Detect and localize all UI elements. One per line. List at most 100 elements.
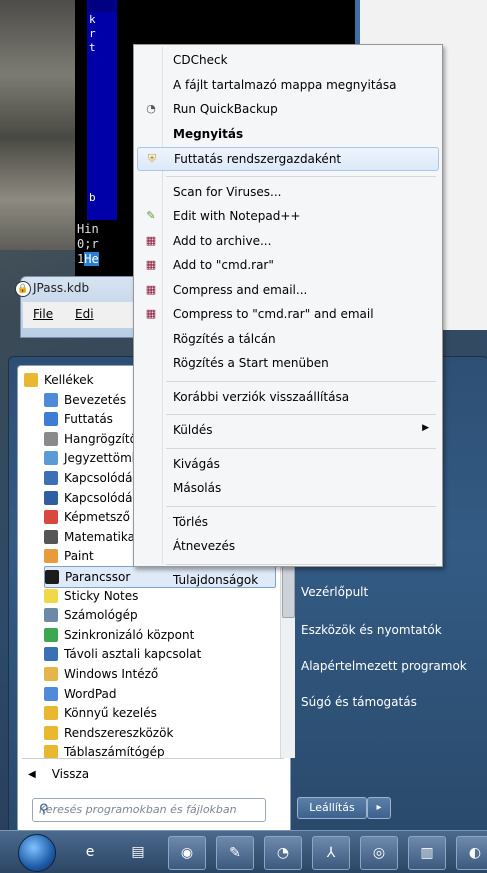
notepad-icon <box>44 451 58 466</box>
menu-item[interactable]: ◔ Run QuickBackup <box>137 98 437 120</box>
right-item-default-programs[interactable]: Alapértelmezett programok <box>301 659 467 673</box>
menu-item[interactable]: ⛨ Futtatás rendszergazdaként <box>137 147 439 171</box>
menu-item[interactable]: ▦ Compress and email... <box>137 279 437 301</box>
program-label: Windows Intéző <box>64 667 159 681</box>
extra-icon[interactable]: ◐ <box>456 836 487 870</box>
menu-item[interactable]: A fájlt tartalmazó mappa megnyitása <box>137 74 437 96</box>
program-item[interactable]: Windows Intéző <box>44 664 274 684</box>
menu-item[interactable]: ▦ Add to "cmd.rar" <box>137 254 437 276</box>
menu-item-label: Rögzítés a tálcán <box>173 331 276 346</box>
menu-item-label: CDCheck <box>173 53 228 67</box>
program-item[interactable]: Számológép <box>44 605 274 625</box>
menu-item-label: Scan for Viruses... <box>173 184 282 199</box>
menu-item[interactable]: Küldés ▶ <box>137 419 437 441</box>
microphone-icon <box>44 431 58 446</box>
program-label: Kapcsolódás <box>64 490 139 505</box>
menu-item-label: Compress to "cmd.rar" and email <box>173 307 374 321</box>
shutdown-options-arrow-icon[interactable]: ▸ <box>367 797 391 819</box>
right-item-help-support[interactable]: Súgó és támogatás <box>301 695 417 709</box>
scissors-icon <box>44 510 58 525</box>
menu-item[interactable]: Kivágás <box>137 453 437 475</box>
jpass-window[interactable]: 🔒 JPass.kdb File Edi <box>15 276 142 338</box>
menu-file[interactable]: File <box>33 307 53 321</box>
menu-item[interactable]: ▦ Compress to "cmd.rar" and email <box>137 303 437 325</box>
menu-item[interactable]: Törlés <box>137 511 437 533</box>
menu-item[interactable]: Korábbi verziók visszaállítása <box>137 386 437 408</box>
menu-separator <box>166 563 436 565</box>
menu-item[interactable]: ✎ Edit with Notepad++ <box>137 205 437 227</box>
menu-item[interactable]: Rögzítés a tálcán <box>137 328 437 350</box>
sync-center-icon <box>44 627 58 642</box>
firefox-icon[interactable]: ◉ <box>168 836 206 870</box>
menu-item[interactable]: Átnevezés <box>137 535 437 557</box>
run-icon <box>44 412 58 427</box>
sticky-notes-icon <box>44 588 58 603</box>
program-item[interactable]: Könnyű kezelés <box>44 703 274 723</box>
menu-item-label: Compress and email... <box>173 282 308 297</box>
program-label: Kellékek <box>44 373 94 387</box>
menu-item[interactable]: Scan for Viruses... <box>137 181 437 203</box>
menu-separator <box>166 175 436 177</box>
cmd-blue-letter: k <box>89 13 96 26</box>
remote-desktop-icon <box>44 490 58 505</box>
menu-item[interactable]: Rögzítés a Start menüben <box>137 352 437 374</box>
notepadpp-icon: ✎ <box>146 209 156 222</box>
cmd-highlight-text: He <box>84 252 99 266</box>
menu-item-label: Korábbi verziók visszaállítása <box>173 389 350 404</box>
program-label: Hangrögzítő <box>64 431 137 446</box>
taskbar: e ▤ ◉ ✎ ◔ ⅄ ◎ ▥ ◐ <box>0 830 487 873</box>
film-icon[interactable]: ▥ <box>408 836 446 870</box>
program-label: Parancssor <box>65 570 131 584</box>
cmd-blue-panel: k r t b <box>87 0 117 220</box>
program-item[interactable]: Táblaszámítógép <box>44 742 274 762</box>
desktop-background-photo <box>0 0 75 250</box>
internet-explorer-icon[interactable]: e <box>72 836 108 868</box>
shutdown-button[interactable]: Leállítás <box>297 797 367 819</box>
program-label: Bevezetés <box>64 392 127 407</box>
start-button[interactable] <box>18 834 56 872</box>
menu-item-label: Másolás <box>173 481 222 495</box>
menu-item[interactable]: Másolás <box>137 477 437 499</box>
menu-item[interactable]: ▦ Add to archive... <box>137 230 437 252</box>
jpass-icon[interactable]: ◎ <box>360 836 398 870</box>
jpass-menubar: File Edi <box>23 302 139 328</box>
remote-desktop-icon <box>44 647 58 662</box>
menu-item[interactable]: Megnyitás <box>137 123 437 145</box>
paint-app-icon[interactable]: ✎ <box>216 836 254 870</box>
winrar-icon: ▦ <box>145 258 157 271</box>
menu-separator <box>166 447 436 449</box>
cmd-blue-bar <box>89 0 115 12</box>
menu-item[interactable]: CDCheck <box>137 49 437 71</box>
program-label: Távoli asztali kapcsolat <box>64 647 202 662</box>
menu-item[interactable]: Tulajdonságok <box>137 569 437 591</box>
cmd-blue-letter: t <box>89 41 96 54</box>
program-item[interactable]: Szinkronizáló központ <box>44 625 274 645</box>
program-label: Szinkronizáló központ <box>64 627 195 642</box>
back-label: Vissza <box>51 767 90 781</box>
backup-app-icon[interactable]: ◔ <box>264 836 302 870</box>
menu-item-label: Küldés <box>173 423 213 437</box>
menu-item-label: A fájlt tartalmazó mappa megnyitása <box>173 77 397 92</box>
menu-edit[interactable]: Edi <box>75 307 94 321</box>
cmd-icon <box>45 570 59 584</box>
program-item[interactable]: WordPad <box>44 684 274 704</box>
search-input[interactable]: Keresés programokban és fájlokban ⚲ <box>32 798 266 822</box>
menu-separator <box>166 505 436 507</box>
back-button[interactable]: ◀ Vissza <box>28 764 278 784</box>
program-label: Képmetsző <box>64 510 130 525</box>
jpass-title: JPass.kdb <box>33 281 90 295</box>
acrobat-icon[interactable]: ⅄ <box>312 836 350 870</box>
submenu-arrow-icon: ▶ <box>422 423 429 433</box>
file-explorer-icon[interactable]: ▤ <box>120 836 156 868</box>
wordpad-icon <box>44 686 58 701</box>
program-item[interactable]: Távoli asztali kapcsolat <box>44 644 274 664</box>
lock-icon: 🔒 <box>15 281 31 297</box>
cmd-text-line: Hin <box>77 222 99 236</box>
shield-icon: ⛨ <box>147 152 157 165</box>
math-pen-icon <box>44 529 58 544</box>
program-label: Rendszereszközök <box>64 725 174 740</box>
right-item-devices-printers[interactable]: Eszközök és nyomtatók <box>301 623 442 637</box>
search-icon[interactable]: ⚲ <box>39 802 261 817</box>
program-item[interactable]: Rendszereszközök <box>44 723 274 743</box>
menu-item-label: Kivágás <box>173 456 220 471</box>
